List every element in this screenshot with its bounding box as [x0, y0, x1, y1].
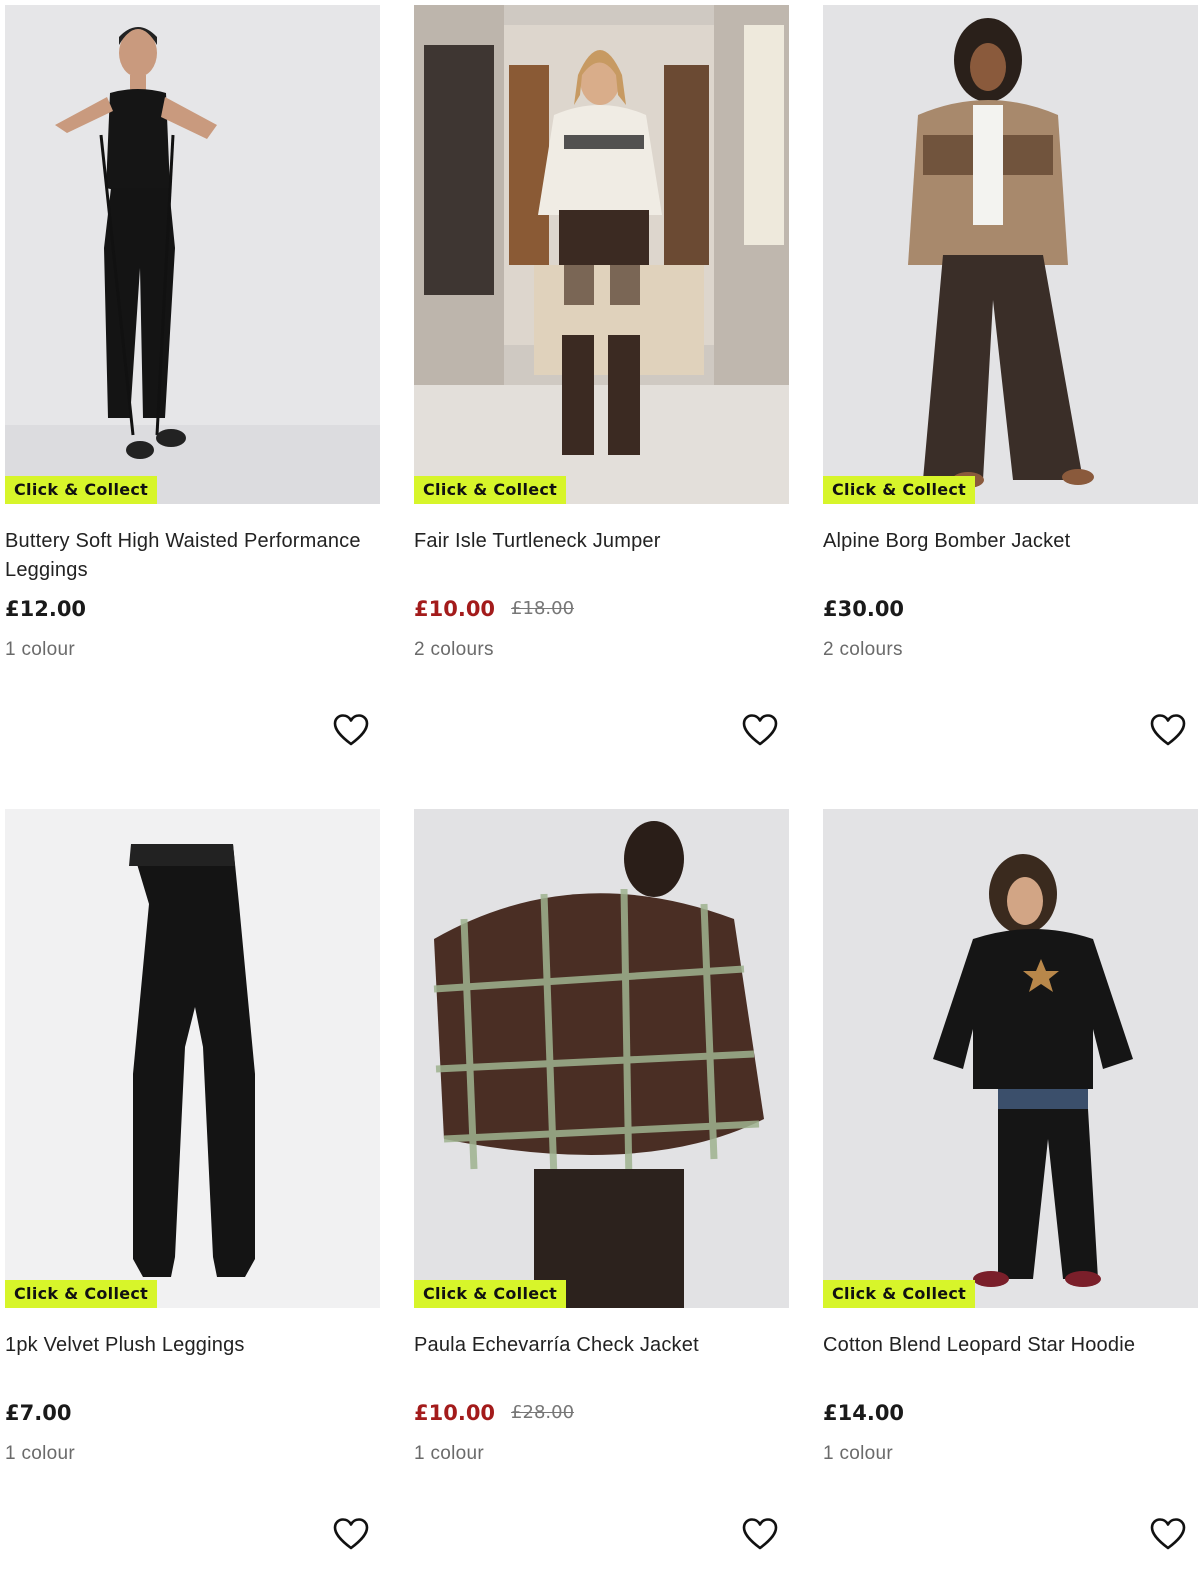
heart-outline-icon[interactable] — [1150, 713, 1186, 749]
product-card[interactable]: Click & Collect Paula Echevarría Check J… — [414, 809, 789, 1584]
heart-outline-icon[interactable] — [333, 1517, 369, 1553]
product-card[interactable]: Click & Collect Cotton Blend Leopard Sta… — [823, 809, 1198, 1584]
product-price: £12.00 — [5, 597, 87, 621]
product-title[interactable]: Buttery Soft High Waisted Performance Le… — [5, 527, 380, 585]
heart-outline-icon[interactable] — [742, 1517, 778, 1553]
product-title[interactable]: Paula Echevarría Check Jacket — [414, 1331, 789, 1360]
product-photo-check-jacket — [414, 809, 789, 1308]
product-price: £30.00 — [823, 597, 905, 621]
click-and-collect-badge: Click & Collect — [414, 1280, 567, 1308]
colour-count: 1 colour — [414, 1443, 484, 1464]
click-and-collect-badge: Click & Collect — [823, 1280, 976, 1308]
product-card[interactable]: Click & Collect Buttery Soft High Waiste… — [5, 5, 380, 780]
product-card[interactable]: Click & Collect Fair Isle Turtleneck Jum… — [414, 5, 789, 780]
product-title[interactable]: 1pk Velvet Plush Leggings — [5, 1331, 380, 1360]
price-row: £10.00 £28.00 — [414, 1398, 574, 1428]
product-image[interactable]: Click & Collect — [414, 809, 789, 1308]
product-title[interactable]: Alpine Borg Bomber Jacket — [823, 527, 1198, 556]
product-image[interactable]: Click & Collect — [5, 809, 380, 1308]
product-price: £14.00 — [823, 1401, 905, 1425]
was-price: £18.00 — [511, 598, 575, 619]
heart-outline-icon[interactable] — [1150, 1517, 1186, 1553]
product-card[interactable]: Click & Collect 1pk Velvet Plush Legging… — [5, 809, 380, 1584]
click-and-collect-badge: Click & Collect — [414, 476, 567, 504]
product-photo-leggings-model — [5, 5, 380, 504]
product-photo-leopard-star-hoodie — [823, 809, 1198, 1308]
product-image[interactable]: Click & Collect — [823, 809, 1198, 1308]
product-photo-velvet-leggings — [5, 809, 380, 1308]
price-row: £10.00 £18.00 — [414, 594, 574, 624]
colour-count: 2 colours — [823, 639, 903, 660]
product-card[interactable]: Click & Collect Alpine Borg Bomber Jacke… — [823, 5, 1198, 780]
sale-price: £10.00 — [414, 1401, 496, 1425]
heart-outline-icon[interactable] — [333, 713, 369, 749]
price-row: £7.00 — [5, 1398, 71, 1428]
product-image[interactable]: Click & Collect — [823, 5, 1198, 504]
product-price: £7.00 — [5, 1401, 72, 1425]
price-row: £14.00 — [823, 1398, 904, 1428]
product-photo-fair-isle-jumper — [414, 5, 789, 504]
click-and-collect-badge: Click & Collect — [5, 1280, 158, 1308]
colour-count: 1 colour — [5, 1443, 75, 1464]
product-image[interactable]: Click & Collect — [5, 5, 380, 504]
colour-count: 1 colour — [5, 639, 75, 660]
product-title[interactable]: Cotton Blend Leopard Star Hoodie — [823, 1331, 1198, 1360]
click-and-collect-badge: Click & Collect — [5, 476, 158, 504]
click-and-collect-badge: Click & Collect — [823, 476, 976, 504]
colour-count: 1 colour — [823, 1443, 893, 1464]
heart-outline-icon[interactable] — [742, 713, 778, 749]
was-price: £28.00 — [511, 1402, 575, 1423]
colour-count: 2 colours — [414, 639, 494, 660]
price-row: £12.00 — [5, 594, 86, 624]
product-grid: Click & Collect Buttery Soft High Waiste… — [0, 0, 1200, 1551]
sale-price: £10.00 — [414, 597, 496, 621]
product-title[interactable]: Fair Isle Turtleneck Jumper — [414, 527, 789, 556]
product-image[interactable]: Click & Collect — [414, 5, 789, 504]
product-photo-borg-bomber — [823, 5, 1198, 504]
price-row: £30.00 — [823, 594, 904, 624]
